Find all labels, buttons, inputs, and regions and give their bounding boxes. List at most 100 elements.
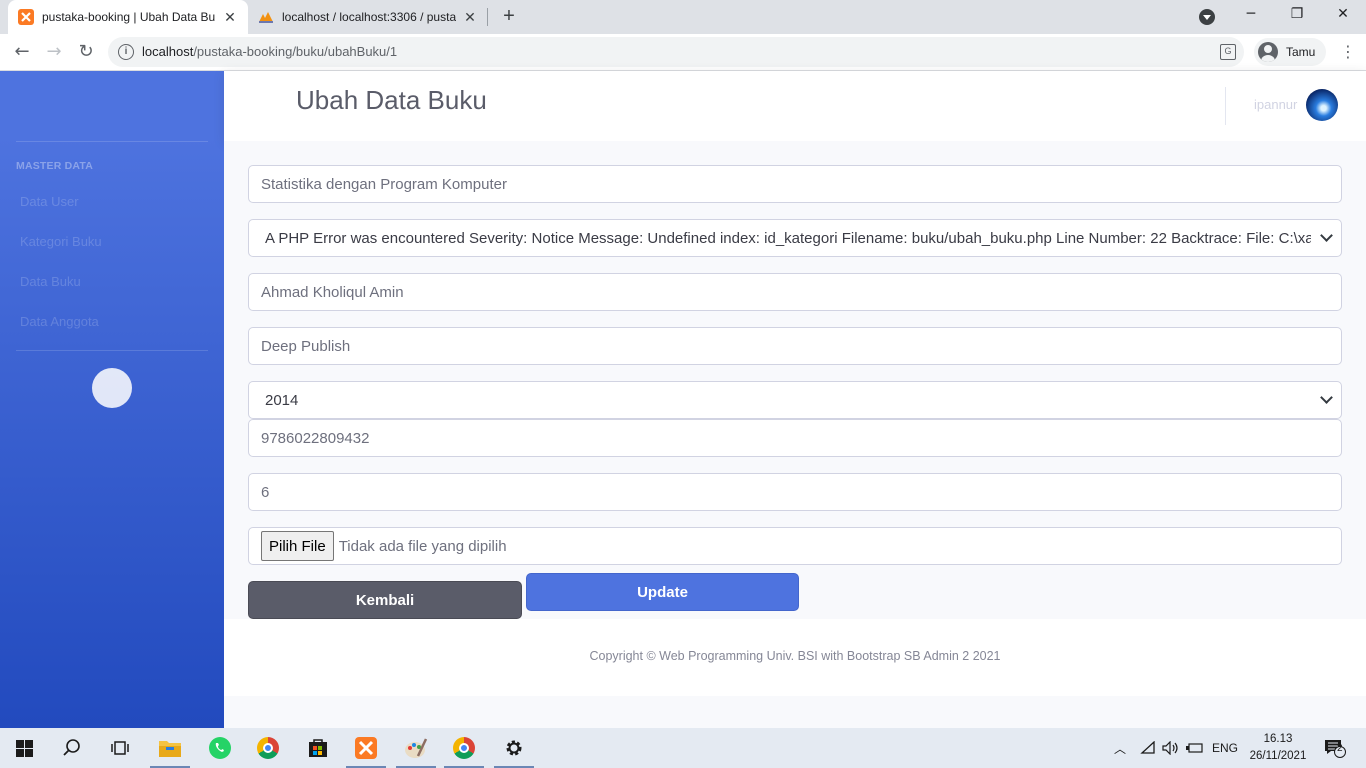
isbn-input[interactable]: 9786022809432 (248, 419, 1342, 457)
tab-title: pustaka-booking | Ubah Data Buku (42, 10, 216, 24)
maximize-button[interactable]: ❐ (1286, 6, 1308, 26)
windows-taskbar: ︿ ENG 16.13 26/11/2021 2 (0, 728, 1366, 768)
profile-button[interactable]: Tamu (1254, 38, 1326, 66)
topbar-divider (1225, 87, 1226, 125)
taskbar-xampp[interactable] (342, 728, 390, 768)
clock-date: 26/11/2021 (1249, 750, 1307, 762)
url-text[interactable]: localhost/pustaka-booking/buku/ubahBuku/… (142, 44, 397, 59)
task-view-button[interactable] (96, 728, 144, 768)
judul-buku-input[interactable]: Statistika dengan Program Komputer (248, 165, 1342, 203)
chrome-icon (453, 737, 475, 759)
search-button[interactable] (48, 728, 96, 768)
profile-avatar-icon (1258, 42, 1278, 62)
wifi-icon (1140, 741, 1155, 754)
tab-title: localhost / localhost:3306 / pustaka (282, 10, 456, 24)
folder-icon (159, 741, 181, 757)
tahun-selected-value: 2014 (265, 391, 299, 409)
xampp-icon (355, 737, 377, 759)
sidebar-heading: MASTER DATA (16, 160, 94, 172)
tab-close-icon[interactable]: ✕ (222, 9, 238, 26)
taskbar-settings[interactable] (490, 728, 538, 768)
tab-separator (487, 8, 488, 26)
image-file-input[interactable]: Pilih File Tidak ada file yang dipilih (248, 527, 1342, 565)
sidebar-item-data-buku[interactable]: Data Buku (20, 274, 81, 289)
copyright-text: Copyright © Web Programming Univ. BSI wi… (589, 649, 1001, 663)
page-title: Ubah Data Buku (296, 85, 487, 115)
user-name[interactable]: ipannur (1254, 97, 1297, 112)
choose-file-button[interactable]: Pilih File (261, 531, 334, 561)
taskbar-whatsapp[interactable] (196, 728, 244, 768)
tab-close-icon[interactable]: ✕ (462, 9, 478, 26)
taskbar-store[interactable] (294, 728, 342, 768)
clock-time: 16.13 (1263, 733, 1293, 745)
battery-icon (1186, 743, 1203, 753)
new-tab-button[interactable]: + (498, 6, 520, 28)
volume-tray[interactable] (1162, 728, 1180, 768)
tab-search-icon[interactable] (1199, 9, 1215, 25)
kategori-select[interactable]: A PHP Error was encountered Severity: No… (248, 219, 1342, 257)
paint-icon (405, 738, 428, 758)
tab-phpmyadmin[interactable]: localhost / localhost:3306 / pustaka ✕ (248, 0, 488, 34)
search-icon (63, 739, 80, 756)
url-path: /pustaka-booking/buku/ubahBuku/1 (193, 44, 398, 59)
page-bottom-area (224, 696, 1366, 728)
url-host: localhost (142, 44, 194, 59)
browser-toolbar: ← → ↻ i localhost/pustaka-booking/buku/u… (0, 34, 1366, 71)
translate-icon[interactable]: G (1220, 44, 1236, 60)
chevron-down-icon (1320, 229, 1333, 242)
browser-menu-icon[interactable]: ⋮ (1340, 42, 1356, 62)
taskbar-chrome[interactable] (244, 728, 292, 768)
gear-icon (506, 740, 522, 756)
penerbit-input[interactable]: Deep Publish (248, 327, 1342, 365)
taskbar-file-explorer[interactable] (146, 728, 194, 768)
start-button[interactable] (0, 728, 48, 768)
speaker-icon (1162, 741, 1178, 755)
file-status-text: Tidak ada file yang dipilih (338, 537, 507, 555)
stok-input[interactable]: 6 (248, 473, 1342, 511)
whatsapp-icon (209, 737, 231, 759)
phpmyadmin-favicon-icon (259, 12, 273, 23)
language-indicator[interactable]: ENG (1212, 728, 1238, 768)
pengarang-input[interactable]: Ahmad Kholiqul Amin (248, 273, 1342, 311)
tab-pustaka-booking[interactable]: pustaka-booking | Ubah Data Buku ✕ (8, 0, 248, 34)
sidebar: MASTER DATA Data User Kategori Buku Data… (0, 71, 224, 728)
clock[interactable]: 16.13 26/11/2021 (1240, 731, 1316, 765)
notifications-button[interactable]: 2 (1324, 728, 1346, 768)
chevron-up-icon: ︿ (1114, 741, 1127, 756)
kategori-selected-value: A PHP Error was encountered Severity: No… (265, 229, 1311, 247)
taskbar-chrome-active[interactable] (440, 728, 488, 768)
sidebar-divider (16, 350, 208, 351)
notification-count: 2 (1337, 743, 1343, 754)
close-window-button[interactable]: ✕ (1332, 6, 1354, 26)
forward-button[interactable]: → (42, 41, 66, 63)
windows-logo-icon (15, 739, 33, 757)
main-content: Statistika dengan Program Komputer A PHP… (224, 141, 1366, 619)
reload-button[interactable]: ↻ (74, 41, 98, 63)
sidebar-item-data-anggota[interactable]: Data Anggota (20, 314, 99, 329)
back-button[interactable]: ← (10, 41, 34, 63)
kembali-button[interactable]: Kembali (248, 581, 522, 619)
address-bar[interactable]: i localhost/pustaka-booking/buku/ubahBuk… (108, 37, 1244, 67)
site-info-icon[interactable]: i (118, 44, 134, 60)
chevron-down-icon (1320, 391, 1333, 404)
task-view-icon (111, 741, 129, 755)
sidebar-divider (16, 141, 208, 142)
taskbar-paint[interactable] (392, 728, 440, 768)
network-tray[interactable] (1140, 728, 1156, 768)
update-button[interactable]: Update (526, 573, 799, 611)
user-avatar[interactable] (1306, 89, 1338, 121)
sidebar-item-kategori-buku[interactable]: Kategori Buku (20, 234, 102, 249)
topbar: Ubah Data Buku ipannur (224, 71, 1366, 141)
tahun-select[interactable]: 2014 (248, 381, 1342, 419)
browser-tabstrip: pustaka-booking | Ubah Data Buku ✕ local… (0, 0, 1366, 34)
chrome-icon (257, 737, 279, 759)
sidebar-toggle-button[interactable] (92, 368, 132, 408)
battery-tray[interactable] (1186, 728, 1204, 768)
footer: Copyright © Web Programming Univ. BSI wi… (224, 619, 1366, 696)
minimize-button[interactable]: ─ (1240, 6, 1262, 26)
xampp-favicon-icon (18, 9, 34, 25)
show-hidden-icons[interactable]: ︿ (1114, 728, 1126, 768)
profile-label: Tamu (1286, 45, 1316, 59)
store-icon (309, 739, 327, 757)
sidebar-item-data-user[interactable]: Data User (20, 194, 79, 209)
